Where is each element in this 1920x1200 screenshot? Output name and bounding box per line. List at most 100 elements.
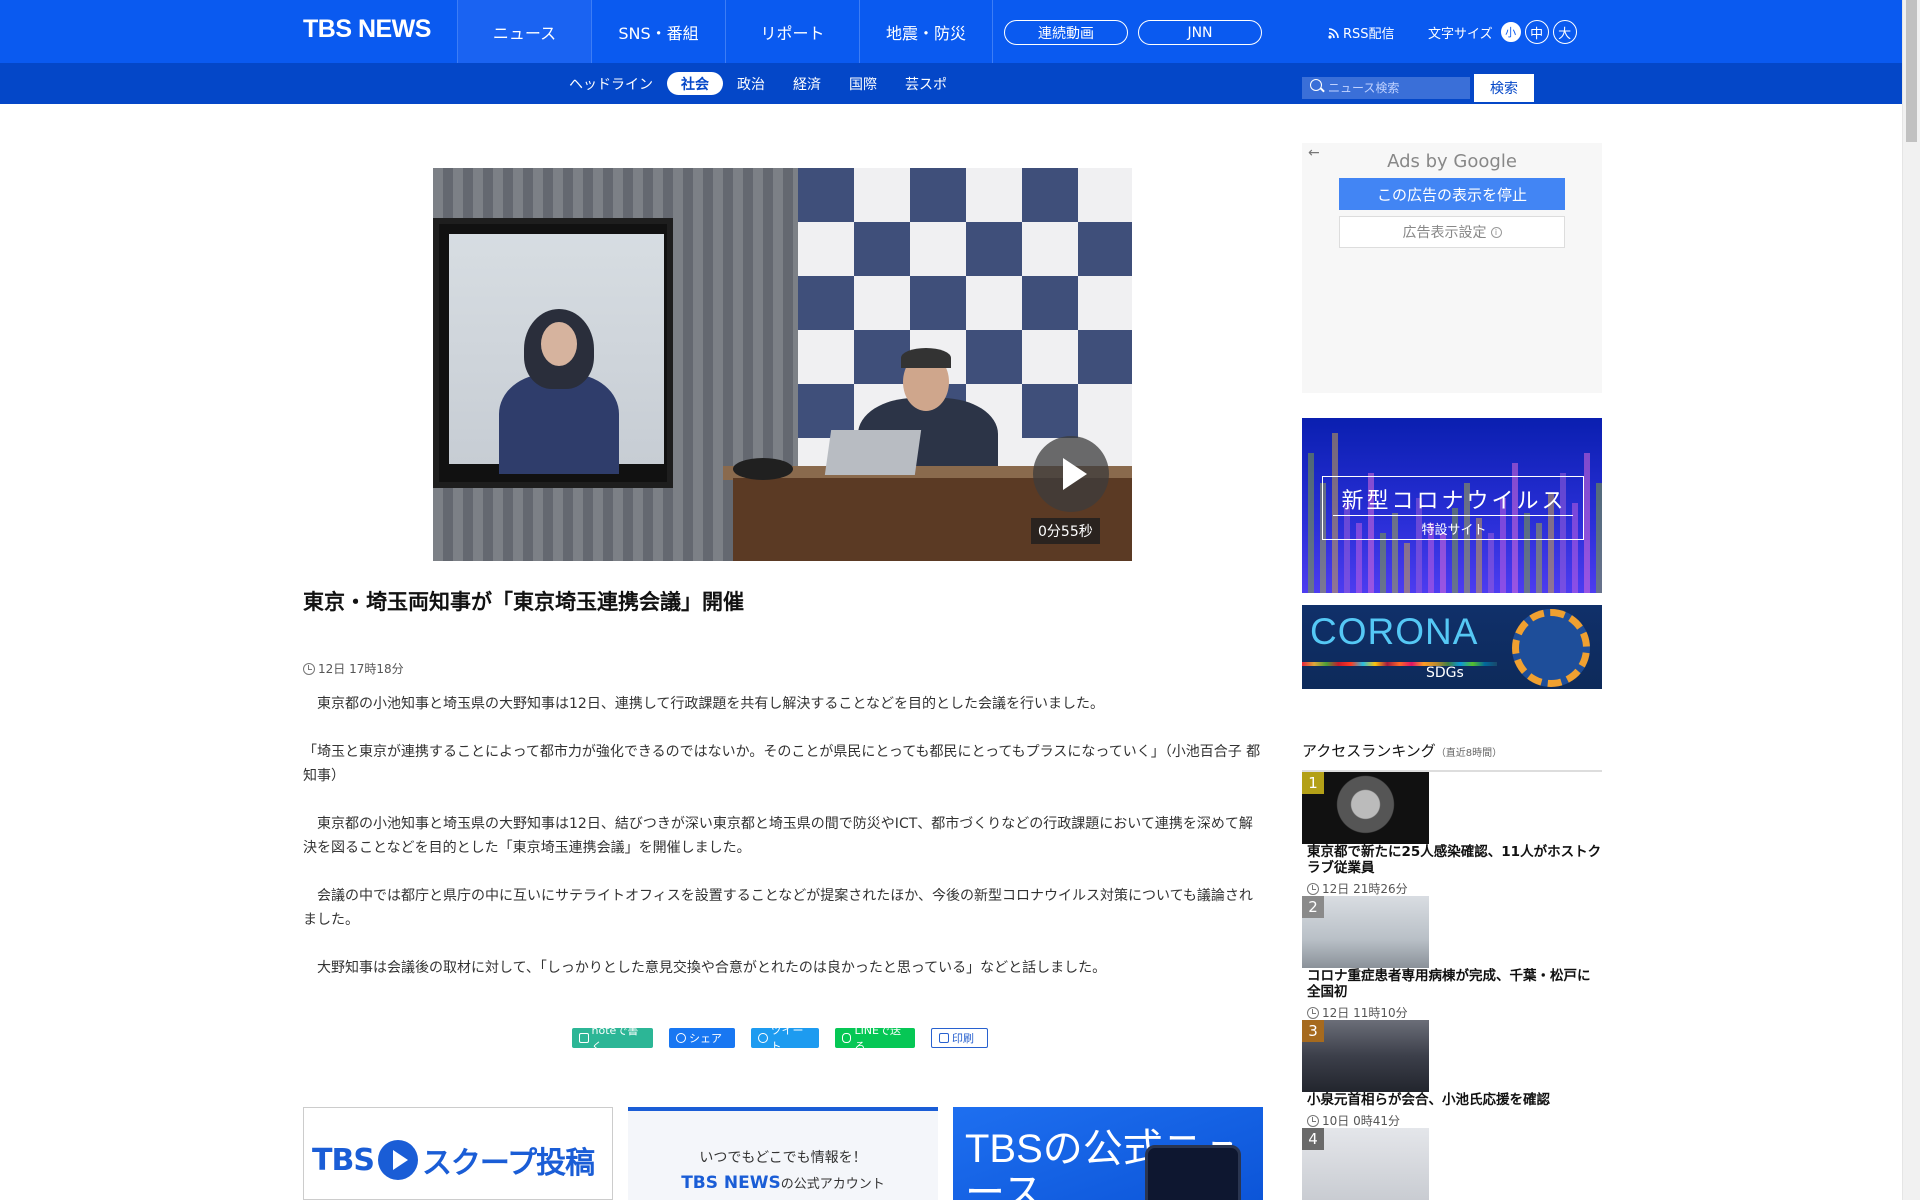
official-account-banner[interactable]: いつでもどこでも情報を！ TBS NEWSの公式アカウント: [628, 1107, 938, 1200]
phone-image: [1145, 1145, 1241, 1200]
scoop-brand: TBS: [312, 1142, 375, 1178]
print-button[interactable]: 印刷: [931, 1028, 988, 1048]
info-icon: i: [1490, 226, 1502, 238]
category-nav: ヘッドライン 社会 政治 経済 国際 芸スポ: [555, 72, 961, 95]
official-banner-tagline: いつでもどこでも情報を！: [699, 1150, 867, 1166]
font-size-medium-button[interactable]: 中: [1524, 20, 1549, 44]
article-paragraph: 「埼玉と東京が連携することによって都市力が強化できるのではないか。そのことが県民…: [303, 744, 1261, 784]
note-icon: [579, 1033, 589, 1043]
article-paragraph: 東京都の小池知事と埼玉県の大野知事は12日、結びつきが深い東京都と埼玉県の間で防…: [303, 816, 1253, 856]
ranking-header: アクセスランキング（直近8時間）: [1302, 740, 1602, 772]
article-date: 12日 17時18分: [303, 660, 404, 677]
article-body: 東京都の小池知事と埼玉県の大野知事は12日、連携して行政課題を共有し解決すること…: [303, 692, 1261, 1004]
ranking-item-2[interactable]: 2 コロナ重症患者専用病棟が完成、千葉・松戸に全国初 12日 11時10分: [1302, 896, 1602, 1020]
rss-label: RSS配信: [1343, 27, 1395, 42]
search-icon: [1310, 79, 1322, 91]
nav-item-disaster[interactable]: 地震・防災: [859, 0, 993, 63]
clock-icon: [1307, 1006, 1319, 1019]
ranking-item-4[interactable]: 4: [1302, 1128, 1602, 1200]
ranking-number: 1: [1302, 772, 1324, 794]
ads-by-google-label: Ads by Google: [1387, 151, 1517, 172]
line-share-button[interactable]: LINEで送る: [835, 1024, 915, 1053]
twitter-share-button[interactable]: ツイート: [751, 1024, 819, 1053]
video-duration: 0分55秒: [1031, 518, 1100, 544]
category-international[interactable]: 国際: [835, 72, 891, 95]
official-banner-title: TBS NEWSの公式アカウント: [681, 1173, 885, 1193]
page-scrollbar[interactable]: [1902, 0, 1920, 1200]
ranking-item-title: 東京都で新たに25人感染確認、11人がホストクラブ従業員: [1307, 844, 1602, 876]
corona-sdgs-banner[interactable]: CORONA SDGs: [1302, 605, 1602, 689]
category-politics[interactable]: 政治: [723, 72, 779, 95]
jnn-button[interactable]: JNN: [1138, 20, 1262, 45]
clock-icon: [1307, 882, 1319, 895]
category-society[interactable]: 社会: [667, 72, 723, 95]
ranking-item-3[interactable]: 3 小泉元首相らが会合、小池氏応援を確認 10日 0時41分: [1302, 1020, 1602, 1128]
corona-banner-subtitle: 特設サイト: [1421, 523, 1487, 538]
clock-icon: [1307, 1114, 1319, 1127]
stop-ad-button[interactable]: この広告の表示を停止: [1339, 178, 1565, 210]
ranking-item-date: 12日 11時10分: [1322, 1006, 1408, 1020]
ranking-item-title: コロナ重症患者専用病棟が完成、千葉・松戸に全国初: [1307, 968, 1591, 1000]
ranking-item-title: 小泉元首相らが会合、小池氏応援を確認: [1307, 1092, 1550, 1108]
site-logo[interactable]: TBS NEWS: [303, 15, 431, 44]
ranking-number: 3: [1302, 1020, 1324, 1042]
article-paragraph: 大野知事は会議後の取材に対して、「しっかりとした意見交換や合意がとれたのは良かっ…: [303, 960, 1107, 976]
nav-item-report[interactable]: リポート: [725, 0, 859, 63]
font-size-small-button[interactable]: 小: [1500, 22, 1521, 42]
font-size-large-button[interactable]: 大: [1552, 20, 1577, 44]
ad-box: ← Ads by Google この広告の表示を停止 広告表示設定 i: [1302, 143, 1602, 393]
scoop-text: スクープ投稿: [421, 1146, 595, 1181]
ranking-period: （直近8時間）: [1435, 748, 1503, 759]
note-share-button[interactable]: noteで書く: [572, 1024, 653, 1053]
app-banner[interactable]: TBSの公式ニュース: [953, 1107, 1263, 1200]
decorative-bar: [1440, 533, 1446, 593]
facebook-icon: [676, 1033, 686, 1043]
search-input[interactable]: [1302, 77, 1470, 99]
sdgs-banner-title: CORONA: [1310, 611, 1479, 652]
top-navigation-bar: TBS NEWS ニュース SNS・番組 リポート 地震・防災 連続動画 JNN…: [0, 0, 1902, 63]
play-icon: [377, 1140, 418, 1180]
scoop-banner[interactable]: TBS スクープ投稿: [303, 1107, 613, 1200]
category-entertainment-sports[interactable]: 芸スポ: [891, 72, 961, 95]
font-size-control: 文字サイズ 小 中 大: [1428, 20, 1577, 44]
video-monitor: [433, 218, 673, 488]
search-button[interactable]: 検索: [1474, 74, 1534, 102]
category-bar: ヘッドライン 社会 政治 経済 国際 芸スポ 検索: [0, 63, 1902, 104]
scrollbar-thumb[interactable]: [1906, 0, 1917, 142]
category-headline[interactable]: ヘッドライン: [555, 72, 667, 95]
sdgs-banner-subtitle: SDGs: [1426, 665, 1464, 681]
ranking-item-1[interactable]: 1 東京都で新たに25人感染確認、11人がホストクラブ従業員 12日 21時26…: [1302, 772, 1602, 896]
globe-icon: [1512, 609, 1590, 687]
article-title: 東京・埼玉両知事が「東京埼玉連携会議」開催: [303, 590, 744, 614]
coronavirus-special-banner[interactable]: 新型コロナウイルス 特設サイト: [1302, 418, 1602, 593]
twitter-icon: [758, 1033, 768, 1043]
ranking-number: 2: [1302, 896, 1324, 918]
article-paragraph: 東京都の小池知事と埼玉県の大野知事は12日、連携して行政課題を共有し解決すること…: [303, 696, 1104, 712]
ranking-item-date: 10日 0時41分: [1322, 1114, 1400, 1128]
decorative-bar: [1488, 533, 1494, 593]
ad-settings-button[interactable]: 広告表示設定 i: [1339, 216, 1565, 248]
corona-banner-title: 新型コロナウイルス: [1341, 489, 1567, 514]
facebook-share-button[interactable]: シェア: [669, 1028, 735, 1048]
category-economy[interactable]: 経済: [779, 72, 835, 95]
decorative-bar: [1596, 483, 1602, 593]
rss-icon: [1328, 27, 1339, 39]
article-paragraph: 会議の中では都庁と県庁の中に互いにサテライトオフィスを設置することなどが提案され…: [303, 888, 1253, 928]
rss-link[interactable]: RSS配信: [1328, 23, 1395, 42]
play-icon[interactable]: [1033, 436, 1109, 512]
printer-icon: [939, 1033, 949, 1043]
article-date-text: 12日 17時18分: [318, 662, 404, 676]
decorative-bar: [1308, 453, 1314, 593]
ranking-item-date: 12日 21時26分: [1322, 882, 1408, 896]
share-buttons: noteで書く シェア ツイート LINEで送る 印刷: [572, 1024, 988, 1053]
nav-item-news[interactable]: ニュース: [457, 0, 591, 63]
ranking-title: アクセスランキング: [1302, 742, 1436, 760]
nav-item-sns[interactable]: SNS・番組: [591, 0, 725, 63]
decorative-bar: [1380, 533, 1386, 593]
ranking-number: 4: [1302, 1128, 1324, 1150]
clock-icon: [303, 662, 315, 675]
video-player[interactable]: 0分55秒: [433, 168, 1132, 561]
line-icon: [842, 1033, 852, 1043]
decorative-bar: [1404, 543, 1410, 593]
continuous-video-button[interactable]: 連続動画: [1004, 20, 1128, 45]
